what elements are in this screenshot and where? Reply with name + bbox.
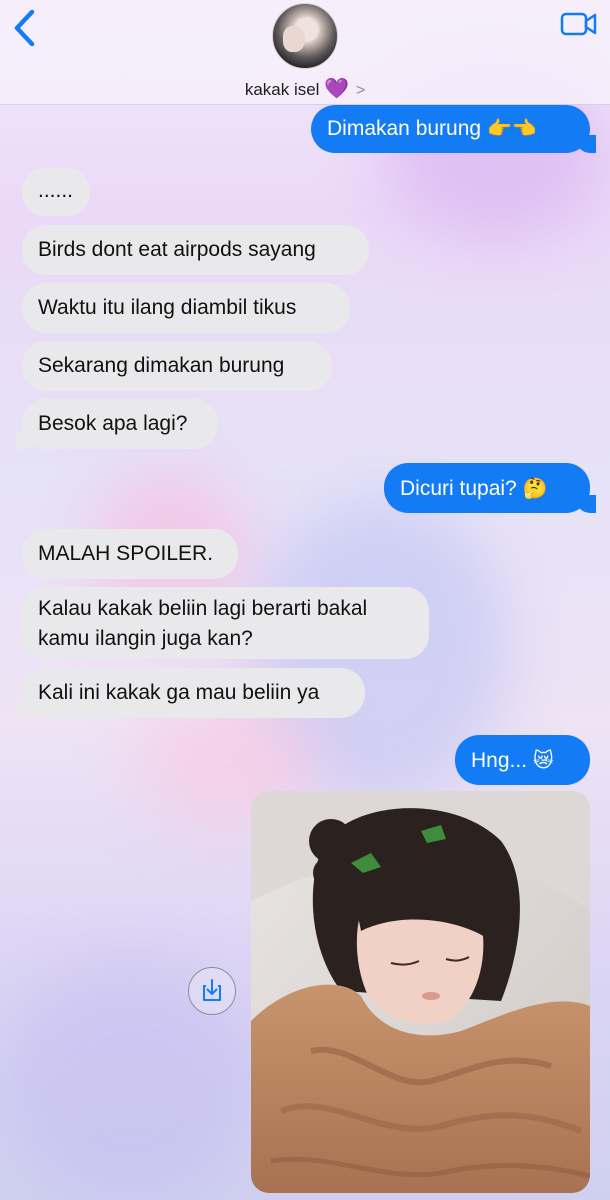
message-text: Birds dont eat airpods sayang bbox=[38, 238, 316, 261]
message-text-line: Kalau kakak beliin lagi berarti bakal bbox=[38, 597, 368, 620]
photo-attachment[interactable] bbox=[251, 791, 590, 1193]
received-message[interactable]: ...... bbox=[22, 168, 90, 216]
message-text: MALAH SPOILER. bbox=[38, 542, 214, 565]
chevron-right-icon: > bbox=[355, 82, 366, 99]
received-message[interactable]: Waktu itu ilang diambil tikus bbox=[22, 283, 350, 333]
received-message[interactable]: Kalau kakak beliin lagi berarti bakal ka… bbox=[22, 587, 429, 659]
save-download-icon bbox=[203, 979, 221, 1001]
contact-name-button[interactable]: kakak isel 💜 > bbox=[0, 76, 610, 100]
message-text-line: kamu ilangin juga kan? bbox=[38, 627, 253, 650]
contact-name: kakak isel bbox=[244, 80, 320, 99]
received-message[interactable]: Kali ini kakak ga mau beliin ya bbox=[16, 668, 365, 718]
message-text: Sekarang dimakan burung bbox=[38, 354, 285, 377]
message-text: Hng... bbox=[471, 749, 528, 772]
facetime-video-button[interactable] bbox=[560, 10, 598, 38]
conversation-header: kakak isel 💜 > bbox=[0, 0, 610, 105]
pointing-fingers-emoji: 👉👈 bbox=[486, 116, 537, 140]
sent-message[interactable]: Hng... 😿 bbox=[455, 735, 590, 785]
video-camera-icon bbox=[560, 12, 597, 36]
sent-message[interactable]: Dimakan burung 👉👈 bbox=[311, 105, 596, 153]
message-text: Dicuri tupai? bbox=[400, 477, 517, 500]
contact-avatar[interactable] bbox=[272, 3, 338, 69]
message-text: Besok apa lagi? bbox=[38, 412, 188, 435]
message-text: Waktu itu ilang diambil tikus bbox=[38, 296, 297, 319]
crying-cat-emoji: 😿 bbox=[532, 748, 554, 772]
back-button[interactable] bbox=[8, 8, 42, 48]
message-text: ...... bbox=[38, 179, 74, 202]
received-message[interactable]: Birds dont eat airpods sayang bbox=[22, 225, 369, 275]
chevron-left-icon bbox=[14, 9, 35, 47]
message-text: Kali ini kakak ga mau beliin ya bbox=[38, 681, 320, 704]
received-message[interactable]: Sekarang dimakan burung bbox=[22, 341, 332, 391]
photo-image bbox=[251, 791, 590, 1193]
received-message[interactable]: Besok apa lagi? bbox=[16, 399, 218, 449]
message-text: Dimakan burung bbox=[327, 117, 482, 140]
purple-heart-emoji: 💜 bbox=[324, 76, 350, 100]
thinking-face-emoji: 🤔 bbox=[522, 476, 548, 500]
received-message[interactable]: MALAH SPOILER. bbox=[22, 529, 238, 579]
sent-message[interactable]: Dicuri tupai? 🤔 bbox=[384, 463, 596, 513]
save-photo-button[interactable] bbox=[188, 967, 236, 1015]
